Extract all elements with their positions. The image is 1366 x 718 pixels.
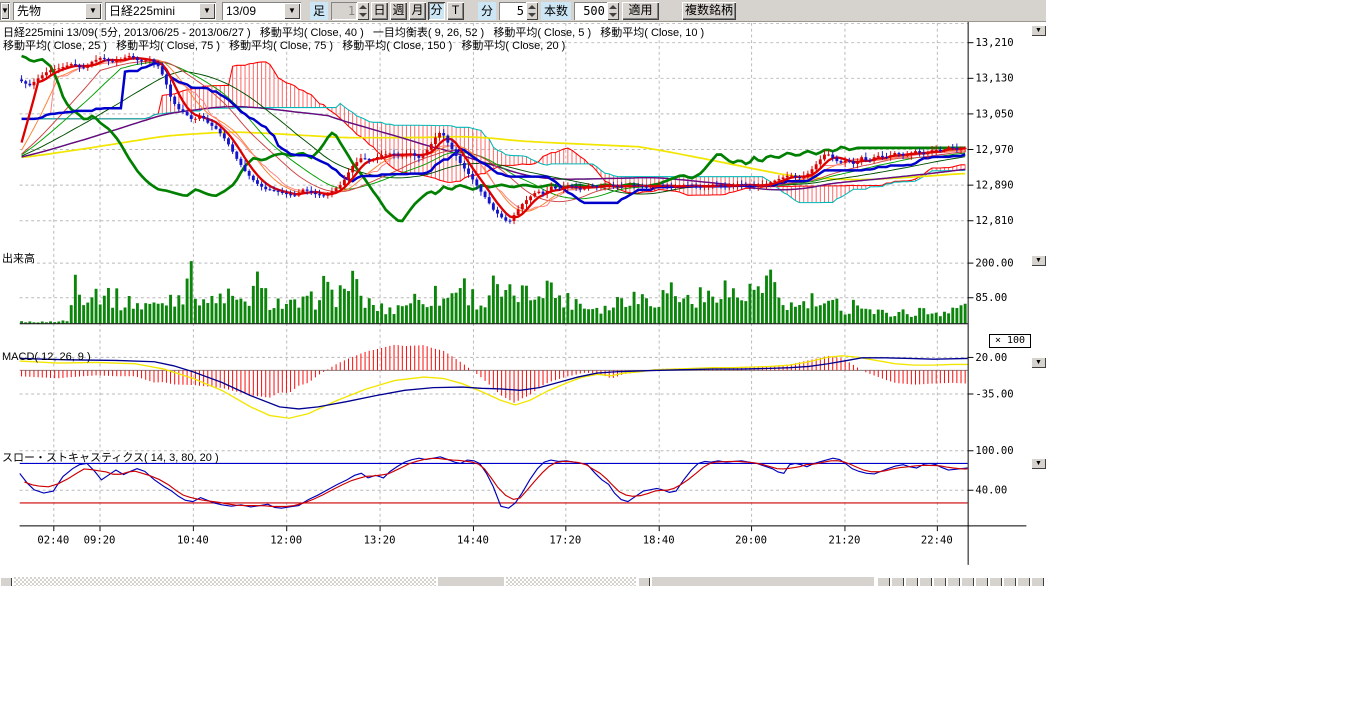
chevron-down-icon: ▼ <box>1035 257 1042 264</box>
stoch-tick-label: 100.00 <box>975 445 1013 457</box>
time-tick-label: 09:20 <box>84 535 116 547</box>
macd-scale-dropdown[interactable]: ▼ <box>1031 357 1046 368</box>
count-stepper[interactable]: 500 <box>574 2 619 20</box>
chart-title-line2: 移動平均( Close, 25 ) 移動平均( Close, 75 ) 移動平均… <box>3 37 565 53</box>
bottom-toolbar-button[interactable] <box>1003 577 1016 586</box>
price-tick-label: 12,970 <box>975 144 1013 156</box>
volume-tick-label: 85.00 <box>975 292 1007 304</box>
time-tick-label: 20:00 <box>735 535 767 547</box>
scrollbar-track[interactable] <box>14 577 436 586</box>
time-tick-label: 21:20 <box>829 535 861 547</box>
bottom-toolbar-button[interactable] <box>1017 577 1030 586</box>
edge-combobox[interactable]: ▼ <box>0 2 10 20</box>
time-tick-label: 13:20 <box>364 535 396 547</box>
chevron-down-icon: ▼ <box>1035 27 1042 34</box>
price-scale-dropdown[interactable]: ▼ <box>1031 25 1046 36</box>
volume-multiplier-badge: × 100 <box>989 334 1031 348</box>
time-tick-label: 12:00 <box>270 535 302 547</box>
scrollbar-track[interactable] <box>652 577 874 586</box>
bottom-toolbar-button[interactable] <box>989 577 1002 586</box>
bottom-toolbar-button[interactable] <box>947 577 960 586</box>
bottom-toolbar-button[interactable] <box>961 577 974 586</box>
bottom-toolbar-button[interactable] <box>933 577 946 586</box>
bottom-scrollbar-strip <box>0 577 1046 586</box>
minute-value: 5 <box>499 2 526 20</box>
volume-tick-label: 200.00 <box>975 257 1013 269</box>
price-tick-label: 12,890 <box>975 180 1013 192</box>
period-button-分[interactable]: 分 <box>428 2 445 20</box>
main-toolbar: ▼ 先物 ▼ 日経225mini ▼ 13/09 ▼ 足 1 日週月分T 分 5… <box>0 0 1046 22</box>
spinner-icon[interactable] <box>357 2 369 20</box>
bottom-toolbar-button[interactable] <box>877 577 890 586</box>
price-tick-label: 13,050 <box>975 108 1013 120</box>
count-label: 本数 <box>541 2 571 20</box>
apply-button[interactable]: 適用 <box>622 2 659 20</box>
symbol-value: 日経225mini <box>105 2 198 20</box>
scrollbar-button[interactable] <box>638 577 650 586</box>
stoch-scale-dropdown[interactable]: ▼ <box>1031 458 1046 469</box>
period-button-月[interactable]: 月 <box>409 2 426 20</box>
category-value: 先物 <box>13 2 84 20</box>
chevron-down-icon: ▼ <box>1035 460 1042 467</box>
period-button-週[interactable]: 週 <box>390 2 407 20</box>
chevron-down-icon[interactable]: ▼ <box>1 3 9 19</box>
bar-interval-stepper[interactable]: 1 <box>331 2 369 20</box>
price-tick-label: 13,130 <box>975 73 1013 85</box>
bar-type-label: 足 <box>310 2 328 20</box>
volume-panel-label: 出来高 <box>2 250 35 266</box>
chevron-down-icon[interactable]: ▼ <box>199 3 215 19</box>
chevron-down-icon[interactable]: ▼ <box>284 3 300 19</box>
contract-value: 13/09 <box>222 2 283 20</box>
scrollbar-button[interactable] <box>0 577 12 586</box>
time-tick-label: 18:40 <box>643 535 675 547</box>
contract-combobox[interactable]: 13/09 ▼ <box>222 2 301 20</box>
spinner-icon[interactable] <box>607 2 619 20</box>
period-button-日[interactable]: 日 <box>371 2 388 20</box>
volume-scale-dropdown[interactable]: ▼ <box>1031 255 1046 266</box>
minute-label: 分 <box>478 2 496 20</box>
scrollbar-thumb[interactable] <box>438 577 504 586</box>
scrollbar-track[interactable] <box>506 577 636 586</box>
count-value: 500 <box>574 2 607 20</box>
macd-tick-label: 20.00 <box>975 352 1007 364</box>
stoch-panel-label: スロー・ストキャスティクス( 14, 3, 80, 20 ) <box>2 449 219 465</box>
multi-symbol-button[interactable]: 複数銘柄 <box>682 2 736 20</box>
minute-stepper[interactable]: 5 <box>499 2 538 20</box>
stoch-tick-label: 40.00 <box>975 485 1007 497</box>
time-tick-label: 17:20 <box>549 535 581 547</box>
price-tick-label: 13,210 <box>975 37 1013 49</box>
chart-canvas[interactable]: 13,210 13,130 13,050 12,970 12,890 12,810 200.… <box>0 22 1046 586</box>
macd-panel-label: MACD( 12, 26, 9 ) <box>2 351 91 363</box>
time-tick-label: 22:40 <box>921 535 953 547</box>
macd-tick-label: -35.00 <box>975 388 1013 400</box>
time-tick-label: 02:40 <box>37 535 69 547</box>
time-tick-label: 10:40 <box>177 535 209 547</box>
bottom-toolbar-button[interactable] <box>891 577 904 586</box>
bottom-toolbar-button[interactable] <box>1031 577 1044 586</box>
time-tick-label: 14:40 <box>457 535 489 547</box>
bottom-toolbar-button[interactable] <box>905 577 918 586</box>
app-window: ▼ 先物 ▼ 日経225mini ▼ 13/09 ▼ 足 1 日週月分T 分 5… <box>0 0 1366 718</box>
price-tick-label: 12,810 <box>975 215 1013 227</box>
bottom-toolbar-button[interactable] <box>975 577 988 586</box>
category-combobox[interactable]: 先物 ▼ <box>13 2 102 20</box>
bottom-toolbar-button[interactable] <box>919 577 932 586</box>
symbol-combobox[interactable]: 日経225mini ▼ <box>105 2 216 20</box>
bar-interval-value: 1 <box>331 2 357 20</box>
chevron-down-icon: ▼ <box>1035 359 1042 366</box>
spinner-icon[interactable] <box>526 2 538 20</box>
chevron-down-icon[interactable]: ▼ <box>85 3 101 19</box>
period-button-T[interactable]: T <box>447 2 464 20</box>
